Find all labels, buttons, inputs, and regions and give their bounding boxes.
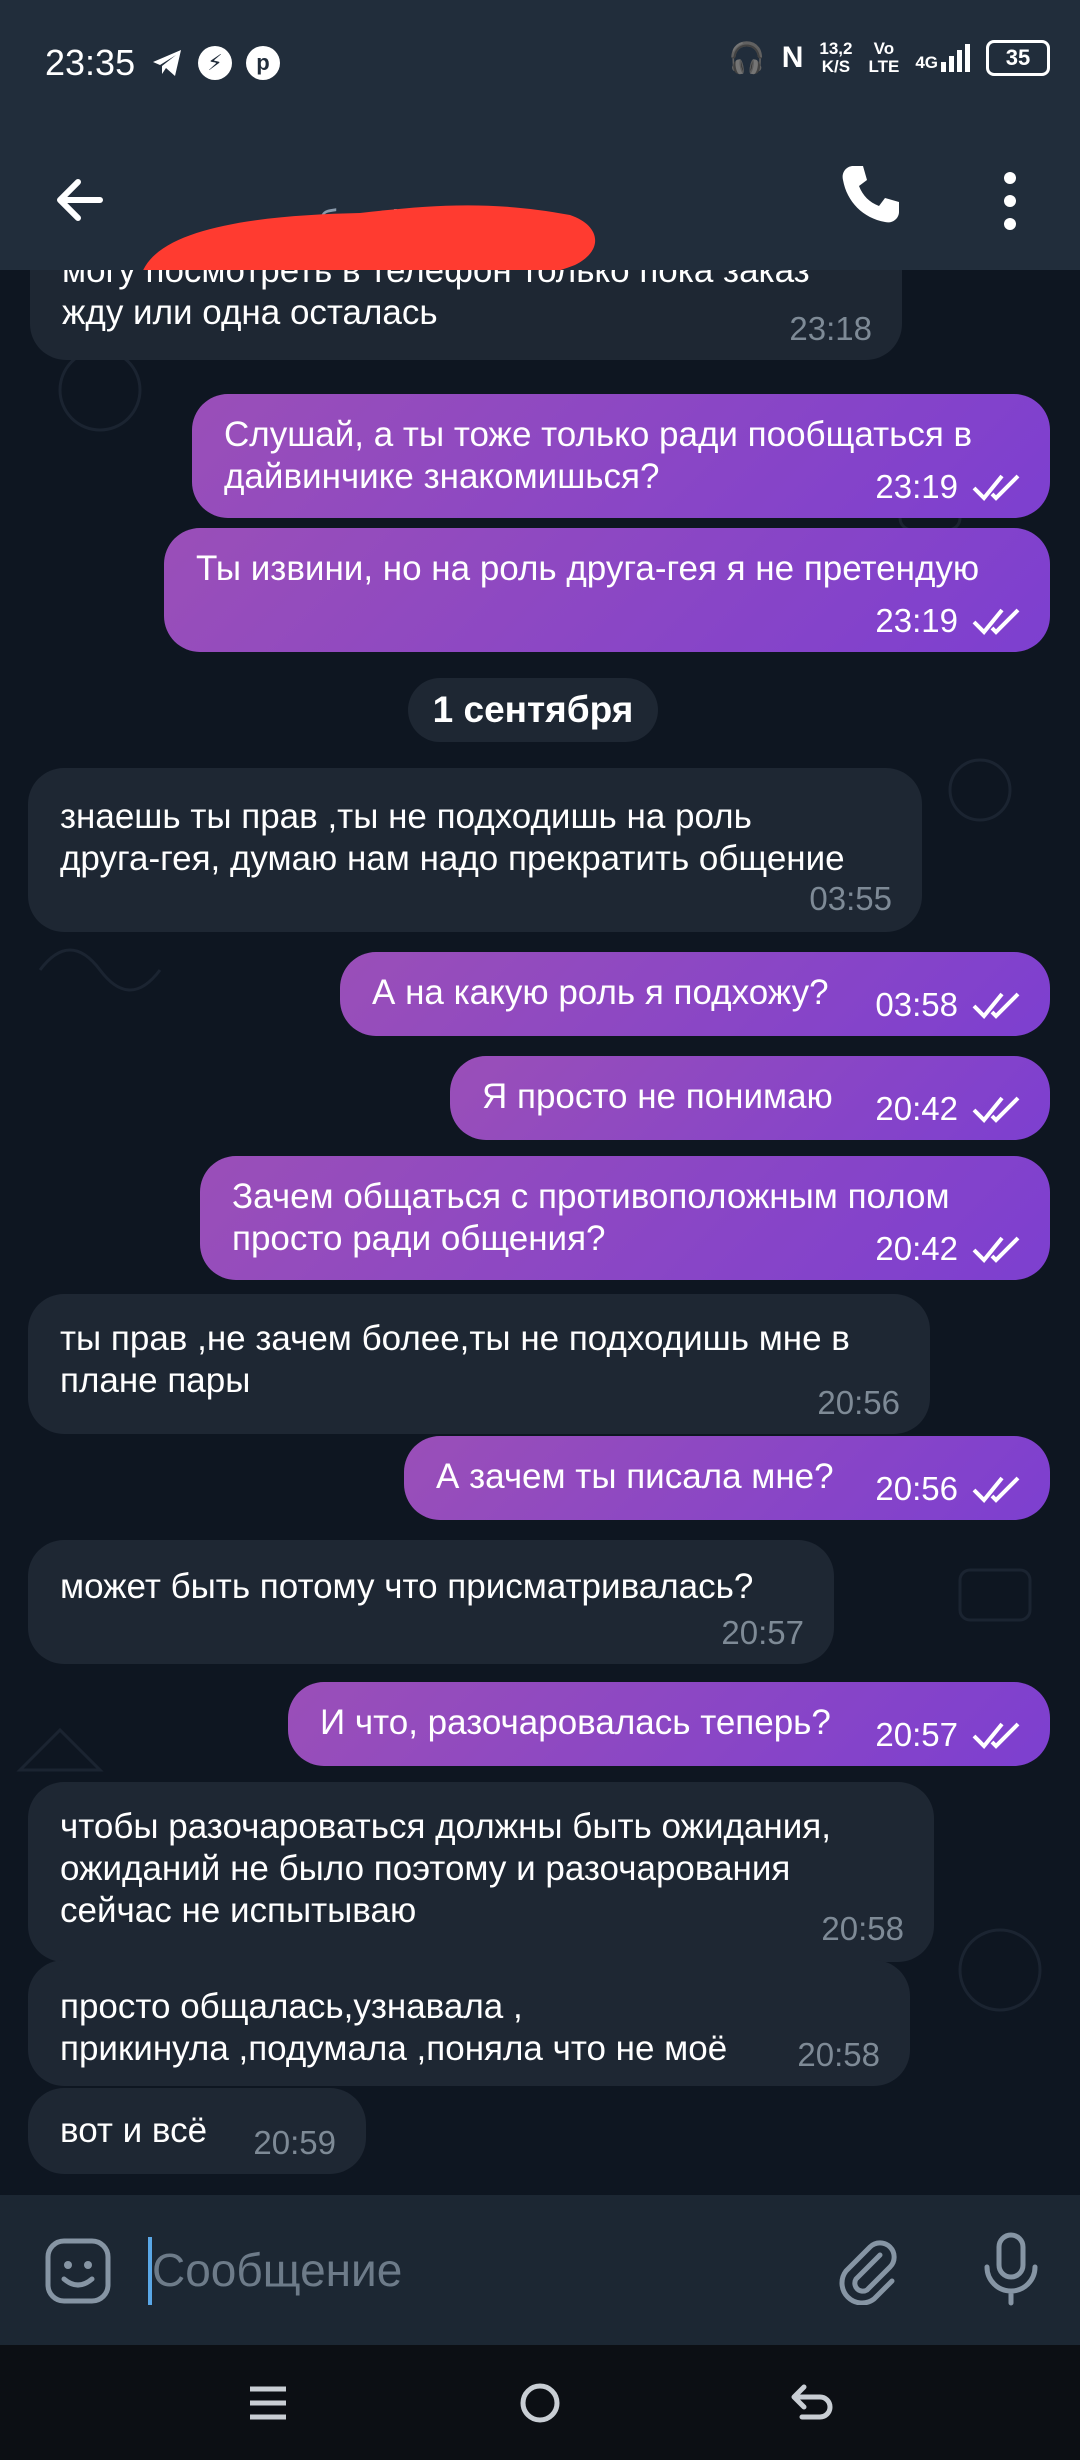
- message-time: 03:58: [875, 986, 958, 1023]
- message-time: 23:19: [875, 468, 958, 505]
- message-time: 20:59: [253, 2124, 336, 2161]
- chat-messages[interactable]: 1 сентября могу посмотреть в телефон тол…: [0, 270, 1080, 2195]
- message-bubble-incoming[interactable]: вот и всё 20:59: [28, 2088, 366, 2174]
- message-time: 23:18: [789, 310, 872, 347]
- message-text: чтобы разочароваться должны быть ожидани…: [60, 1807, 831, 1930]
- read-checkmarks-icon: [972, 474, 1020, 501]
- attach-paperclip-icon[interactable]: [830, 2233, 902, 2305]
- back-button-icon[interactable]: [790, 2381, 834, 2425]
- message-time: 20:57: [875, 1716, 958, 1753]
- message-text: знаешь ты прав ,ты не подходишь на роль …: [60, 797, 845, 878]
- message-bubble-incoming[interactable]: ты прав ,не зачем более,ты не подходишь …: [28, 1294, 930, 1434]
- message-text: просто общалась,узнавала , прикинула ,по…: [60, 1987, 728, 2068]
- message-text: ты прав ,не зачем более,ты не подходишь …: [60, 1319, 850, 1400]
- nfc-icon: N: [781, 41, 804, 74]
- message-bubble-outgoing[interactable]: А на какую роль я подхожу? 03:58: [340, 952, 1050, 1036]
- message-text: А на какую роль я подхожу?: [372, 973, 829, 1012]
- message-composer: Сообщение: [0, 2195, 1080, 2345]
- read-checkmarks-icon: [972, 1236, 1020, 1263]
- system-navigation-bar: [0, 2345, 1080, 2460]
- message-time: 20:42: [875, 1090, 958, 1127]
- message-bubble-outgoing[interactable]: Я просто не понимаю 20:42: [450, 1056, 1050, 1140]
- message-bubble-outgoing[interactable]: Ты извини, но на роль друга-гея я не пре…: [164, 528, 1050, 652]
- signal-icon: 4G: [915, 44, 970, 72]
- message-time: 23:19: [875, 602, 958, 639]
- message-text: И что, разочаровалась теперь?: [320, 1703, 831, 1742]
- back-arrow-icon[interactable]: [50, 170, 110, 230]
- message-input[interactable]: Сообщение: [152, 2243, 402, 2297]
- message-bubble-outgoing[interactable]: А зачем ты писала мне? 20:56: [404, 1436, 1050, 1520]
- notification-icons: ⚡ p: [150, 46, 280, 80]
- message-bubble-outgoing[interactable]: Слушай, а ты тоже только ради пообщаться…: [192, 394, 1050, 518]
- message-bubble-incoming[interactable]: чтобы разочароваться должны быть ожидани…: [28, 1782, 934, 1962]
- read-checkmarks-icon: [972, 1722, 1020, 1749]
- chat-header: был(а) недавно: [0, 130, 1080, 355]
- message-bubble-incoming[interactable]: знаешь ты прав ,ты не подходишь на роль …: [28, 768, 922, 932]
- battery-icon: 35: [986, 40, 1050, 76]
- read-checkmarks-icon: [972, 992, 1020, 1019]
- message-text: могу посмотреть в телефон только пока за…: [62, 270, 810, 332]
- message-bubble-incoming[interactable]: могу посмотреть в телефон только пока за…: [30, 270, 902, 360]
- message-text: может быть потому что присматривалась?: [60, 1567, 754, 1606]
- message-text: Слушай, а ты тоже только ради пообщаться…: [224, 415, 973, 496]
- read-checkmarks-icon: [972, 608, 1020, 635]
- read-checkmarks-icon: [972, 1476, 1020, 1503]
- date-separator: 1 сентября: [408, 678, 658, 742]
- more-options-icon[interactable]: [995, 166, 1025, 236]
- message-bubble-incoming[interactable]: может быть потому что присматривалась? 2…: [28, 1540, 834, 1664]
- message-text: Зачем общаться с противоположным полом п…: [232, 1177, 950, 1258]
- message-time: 20:58: [821, 1910, 904, 1947]
- message-time: 20:56: [817, 1384, 900, 1421]
- message-bubble-outgoing[interactable]: И что, разочаровалась теперь? 20:57: [288, 1682, 1050, 1766]
- message-text: Ты извини, но на роль друга-гея я не пре…: [196, 549, 980, 588]
- volte-indicator: Vo LTE: [868, 39, 900, 76]
- message-bubble-incoming[interactable]: просто общалась,узнавала , прикинула ,по…: [28, 1960, 910, 2086]
- messenger-icon: ⚡: [198, 46, 232, 80]
- phone-call-icon[interactable]: [835, 160, 905, 230]
- system-indicators: 🎧 N 13,2 K/S Vo LTE 4G 35: [728, 40, 1050, 76]
- recent-apps-icon[interactable]: [248, 2383, 288, 2423]
- network-type: 4G: [915, 53, 938, 72]
- status-time: 23:35: [45, 42, 136, 83]
- network-speed: 13,2 K/S: [819, 39, 853, 76]
- message-time: 20:42: [875, 1230, 958, 1267]
- pinterest-icon: p: [246, 46, 280, 80]
- telegram-icon: [153, 50, 181, 76]
- microphone-icon[interactable]: [975, 2231, 1047, 2307]
- message-text: вот и всё: [60, 2111, 208, 2150]
- read-checkmarks-icon: [972, 1096, 1020, 1123]
- message-bubble-outgoing[interactable]: Зачем общаться с противоположным полом п…: [200, 1156, 1050, 1280]
- home-button-icon[interactable]: [518, 2381, 562, 2425]
- message-time: 20:57: [721, 1614, 804, 1651]
- message-time: 03:55: [809, 880, 892, 917]
- message-text: А зачем ты писала мне?: [436, 1457, 834, 1496]
- status-bar: 23:35 ⚡ p 🎧 N 13,2 K/S Vo LTE 4G 35: [0, 0, 1080, 130]
- headphones-icon: 🎧: [728, 41, 766, 75]
- message-text: Я просто не понимаю: [482, 1077, 833, 1116]
- sticker-emoji-icon[interactable]: [42, 2235, 114, 2307]
- message-time: 20:58: [797, 2036, 880, 2073]
- message-time: 20:56: [875, 1470, 958, 1507]
